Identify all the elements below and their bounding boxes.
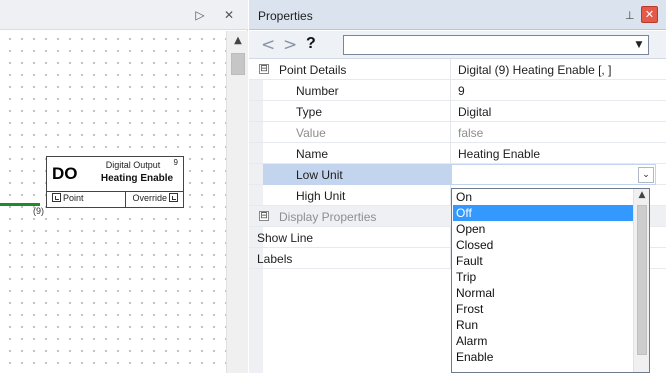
property-name: Point Details [279, 63, 347, 77]
property-value: false [458, 126, 484, 140]
option-fault[interactable]: Fault [453, 253, 633, 269]
canvas-tab-header: ▷ ✕ [0, 0, 248, 30]
column-divider [450, 101, 451, 122]
properties-toolbar: < > ? ▼ [249, 31, 666, 59]
block-type-short: DO [52, 164, 78, 183]
property-name: Number [296, 84, 339, 98]
property-value: Digital (9) Heating Enable [, ] [458, 63, 612, 77]
property-name: Value [296, 126, 326, 140]
option-enable[interactable]: Enable [453, 349, 633, 365]
option-normal[interactable]: Normal [453, 285, 633, 301]
property-value[interactable]: Heating Enable [458, 147, 540, 161]
scrollbar-thumb[interactable] [231, 53, 245, 75]
point-pin[interactable]: Point [50, 193, 84, 203]
properties-titlebar: Properties ⊥ ✕ [249, 0, 666, 30]
property-name: Name [296, 147, 329, 161]
chevron-down-icon[interactable]: ▼ [632, 38, 646, 52]
scroll-up-icon[interactable]: ▲ [227, 35, 249, 49]
property-row-number[interactable]: Number 9 [249, 80, 666, 101]
block-pin-divider [125, 191, 126, 207]
property-value[interactable]: 9 [458, 84, 465, 98]
property-value[interactable]: Digital [458, 105, 491, 119]
back-arrow-icon[interactable]: < [261, 35, 275, 55]
chevron-down-icon[interactable]: ⌄ [638, 167, 654, 183]
block-type-label: Digital Output [105, 160, 161, 170]
override-pin-label: Override [132, 193, 167, 203]
option-trip[interactable]: Trip [453, 269, 633, 285]
property-row-low-unit[interactable]: Low Unit ⌄ [249, 164, 666, 185]
close-canvas-icon[interactable]: ✕ [222, 7, 236, 23]
category-row-point-details[interactable]: ⊟ Point Details Digital (9) Heating Enab… [249, 59, 666, 80]
block-title: Heating Enable [100, 173, 174, 184]
digital-output-block[interactable]: DO Digital Output 9 Heating Enable Point… [46, 156, 184, 208]
options-scrollbar[interactable]: ▲ [633, 189, 649, 372]
scroll-up-icon[interactable]: ▲ [634, 190, 649, 202]
property-name: High Unit [296, 189, 346, 203]
property-name: Display Properties [279, 210, 377, 224]
option-on[interactable]: On [453, 189, 633, 205]
diagram-canvas-pane: ▷ ✕ (9) DO Digital Output 9 Heating Enab… [0, 0, 248, 373]
column-divider [450, 59, 451, 80]
option-run[interactable]: Run [453, 317, 633, 333]
option-alarm[interactable]: Alarm [453, 333, 633, 349]
object-selector[interactable]: ▼ [343, 35, 649, 55]
pin-connector-icon [169, 193, 178, 202]
diagram-canvas[interactable]: (9) DO Digital Output 9 Heating Enable P… [0, 31, 226, 373]
scrollbar-thumb[interactable] [637, 205, 647, 355]
block-number: 9 [173, 158, 178, 167]
property-row-value[interactable]: Value false [249, 122, 666, 143]
override-pin[interactable]: Override [132, 193, 180, 203]
selected-row-highlight [263, 164, 451, 185]
scroll-tabs-right-icon[interactable]: ▷ [193, 7, 207, 23]
property-row-type[interactable]: Type Digital [249, 101, 666, 122]
low-unit-options-list[interactable]: On Off Open Closed Fault Trip Normal Fro… [451, 188, 650, 373]
column-divider [450, 143, 451, 164]
property-name: Low Unit [296, 168, 343, 182]
collapse-icon[interactable]: ⊟ [259, 64, 269, 74]
canvas-vertical-scrollbar[interactable]: ▲ [226, 31, 248, 373]
pushpin-icon[interactable]: ⊥ [625, 9, 635, 22]
forward-arrow-icon[interactable]: > [283, 35, 297, 55]
column-divider [450, 80, 451, 101]
close-icon[interactable]: ✕ [641, 6, 658, 23]
option-frost[interactable]: Frost [453, 301, 633, 317]
wire-label: (9) [33, 206, 44, 216]
collapse-icon[interactable]: ⊟ [259, 211, 269, 221]
property-name: Show Line [257, 231, 314, 245]
property-name: Labels [257, 252, 293, 266]
point-pin-label: Point [63, 193, 84, 203]
pin-connector-icon [52, 193, 61, 202]
property-row-name[interactable]: Name Heating Enable [249, 143, 666, 164]
property-name: Type [296, 105, 323, 119]
option-open[interactable]: Open [453, 221, 633, 237]
column-divider [450, 122, 451, 143]
properties-title: Properties [258, 9, 313, 23]
option-off[interactable]: Off [453, 205, 633, 221]
help-button[interactable]: ? [306, 35, 316, 53]
option-closed[interactable]: Closed [453, 237, 633, 253]
low-unit-dropdown[interactable]: ⌄ [451, 164, 656, 185]
